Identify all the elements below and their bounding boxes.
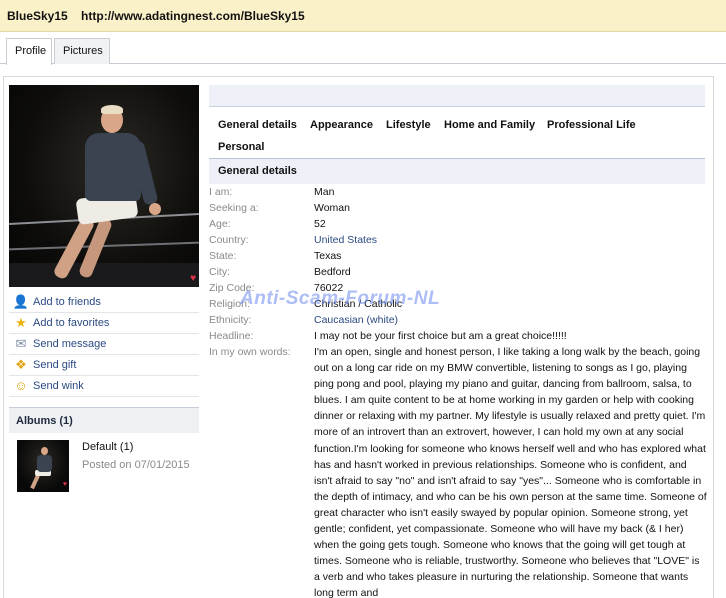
- photo-figure-hand: [149, 203, 161, 215]
- heart-icon: ♥: [62, 481, 67, 488]
- detail-value: 76022: [314, 282, 344, 294]
- profile-username: BlueSky15: [7, 9, 68, 23]
- detail-row-state: State: Texas: [209, 248, 707, 264]
- detail-row-headline: Headline: I may not be your first choice…: [209, 328, 707, 344]
- general-details-list: I am: Man Seeking a: Woman Age: 52 Count…: [209, 184, 707, 598]
- detail-row-seeking: Seeking a: Woman: [209, 200, 707, 216]
- detail-row-country: Country: United States: [209, 232, 707, 248]
- album-thumbnail[interactable]: ♥: [17, 440, 69, 492]
- gift-icon: ❖: [15, 357, 27, 372]
- detail-label: State:: [209, 250, 237, 262]
- detail-row-religion: Religion: Christian / Catholic: [209, 296, 707, 312]
- send-gift-button[interactable]: ❖ Send gift: [9, 355, 199, 376]
- detail-label: Age:: [209, 218, 231, 230]
- tab-profile[interactable]: Profile: [6, 38, 52, 65]
- profile-title-bar: BlueSky15 http://www.adatingnest.com/Blu…: [0, 0, 726, 32]
- section-nav-personal[interactable]: Personal: [218, 141, 264, 153]
- detail-label: Headline:: [209, 330, 254, 342]
- detail-row-zip: Zip Code: 76022: [209, 280, 707, 296]
- wink-icon: ☺: [14, 378, 28, 393]
- thumb-figure-head: [41, 447, 48, 455]
- tab-pictures[interactable]: Pictures: [54, 38, 110, 64]
- general-details-heading: General details: [209, 158, 705, 184]
- thumb-figure-torso: [37, 455, 52, 472]
- detail-label: Seeking a:: [209, 202, 259, 214]
- detail-row-city: City: Bedford: [209, 264, 707, 280]
- action-label: Send message: [33, 338, 107, 350]
- heart-icon: ♥: [190, 273, 196, 284]
- thumb-figure-leg: [30, 474, 40, 490]
- detail-label: Religion:: [209, 298, 250, 310]
- detail-value: Christian / Catholic: [314, 298, 403, 310]
- section-nav: General details Appearance Lifestyle Hom…: [209, 114, 705, 158]
- album-date: Posted on 07/01/2015: [82, 459, 190, 471]
- detail-label: Country:: [209, 234, 249, 246]
- action-label: Send wink: [33, 380, 84, 392]
- country-link[interactable]: United States: [314, 232, 707, 248]
- action-label: Send gift: [33, 359, 77, 371]
- detail-value: I may not be your first choice but am a …: [314, 330, 567, 342]
- detail-row-own-words: In my own words: I'm an open, single and…: [209, 344, 707, 598]
- detail-value: Texas: [314, 250, 342, 262]
- photo-deck: [9, 263, 199, 287]
- section-nav-general-details[interactable]: General details: [218, 119, 297, 131]
- star-icon: ★: [15, 315, 27, 330]
- add-to-friends-button[interactable]: 👤 Add to friends: [9, 292, 199, 313]
- album-name[interactable]: Default (1): [82, 441, 133, 453]
- detail-value: Man: [314, 186, 335, 198]
- detail-label: Zip Code:: [209, 282, 255, 294]
- profile-tabs: Profile Pictures: [0, 38, 726, 65]
- profile-url[interactable]: http://www.adatingnest.com/BlueSky15: [81, 9, 305, 23]
- add-to-favorites-button[interactable]: ★ Add to favorites: [9, 313, 199, 334]
- section-nav-professional-life[interactable]: Professional Life: [547, 119, 636, 131]
- detail-label: I am:: [209, 186, 233, 198]
- detail-row-age: Age: 52: [209, 216, 707, 232]
- detail-label: In my own words:: [209, 346, 291, 358]
- detail-value: Woman: [314, 202, 350, 214]
- detail-value: 52: [314, 218, 326, 230]
- envelope-icon: ✉: [15, 336, 27, 351]
- action-label: Add to favorites: [33, 317, 110, 329]
- section-nav-home-and-family[interactable]: Home and Family: [444, 119, 535, 131]
- user-icon: 👤: [12, 294, 30, 309]
- send-wink-button[interactable]: ☺ Send wink: [9, 376, 199, 397]
- section-nav-lifestyle[interactable]: Lifestyle: [386, 119, 431, 131]
- detail-row-i-am: I am: Man: [209, 184, 707, 200]
- profile-photo[interactable]: ♥: [9, 85, 199, 287]
- photo-figure-hair: [101, 105, 123, 114]
- profile-actions: 👤 Add to friends ★ Add to favorites ✉ Se…: [9, 292, 199, 397]
- profile-header-bar: [209, 85, 705, 107]
- send-message-button[interactable]: ✉ Send message: [9, 334, 199, 355]
- detail-label: Ethnicity:: [209, 314, 252, 326]
- action-label: Add to friends: [33, 296, 101, 308]
- about-me-text: I'm an open, single and honest person, I…: [314, 346, 707, 598]
- detail-row-ethnicity: Ethnicity: Caucasian (white): [209, 312, 707, 328]
- ethnicity-link[interactable]: Caucasian (white): [314, 312, 707, 328]
- detail-value: Bedford: [314, 266, 351, 278]
- section-nav-appearance[interactable]: Appearance: [310, 119, 373, 131]
- albums-heading: Albums (1): [9, 407, 199, 433]
- detail-label: City:: [209, 266, 230, 278]
